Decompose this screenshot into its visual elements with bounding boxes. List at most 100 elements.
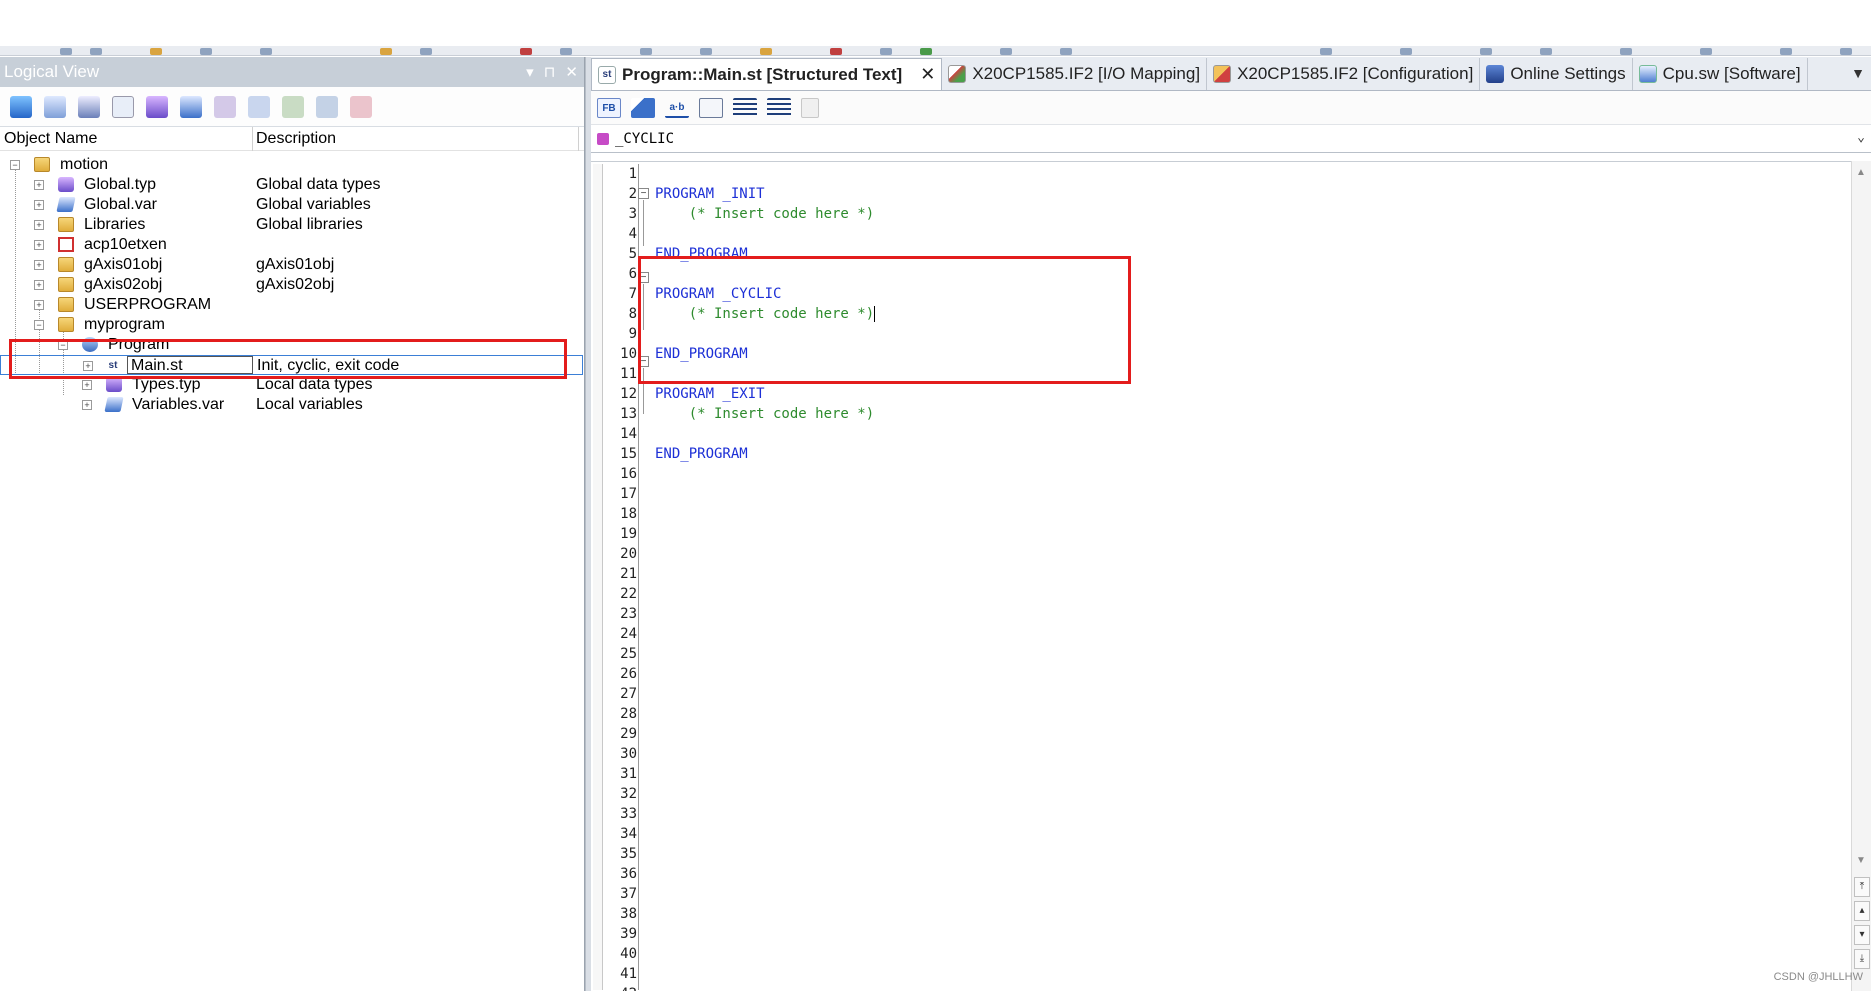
line-number: 32 bbox=[620, 786, 637, 802]
monitor-icon bbox=[1486, 65, 1505, 83]
pane-close-icon[interactable]: ✕ bbox=[565, 63, 578, 81]
column-header-object-name[interactable]: Object Name bbox=[4, 130, 97, 148]
text-caret bbox=[874, 306, 876, 322]
editor-pane: st Program::Main.st [Structured Text] ✕ … bbox=[591, 57, 1871, 991]
line-number: 4 bbox=[628, 226, 637, 242]
vertical-scrollbar[interactable]: ▲ ▼ ⤒ ▴ ▾ ⤓ bbox=[1851, 161, 1871, 991]
outdent-icon[interactable] bbox=[767, 97, 791, 118]
tree-item-types-typ[interactable]: + Types.typ Local data types bbox=[0, 375, 583, 395]
tree-item-global-var[interactable]: + Global.var Global variables bbox=[0, 195, 583, 215]
line-number: 18 bbox=[620, 506, 637, 522]
tab-label: Online Settings bbox=[1510, 64, 1626, 83]
line-number: 36 bbox=[620, 866, 637, 882]
tree-item-libraries[interactable]: + Libraries Global libraries bbox=[0, 215, 583, 235]
variable-disabled-icon bbox=[248, 95, 270, 118]
folder-open-icon bbox=[34, 157, 50, 172]
tree-item-userprogram[interactable]: + USERPROGRAM bbox=[0, 295, 583, 315]
page-up-icon[interactable]: ▴ bbox=[1854, 901, 1870, 921]
chevron-down-icon[interactable]: ⌄ bbox=[1857, 130, 1865, 145]
line-number: 22 bbox=[620, 586, 637, 602]
logical-view-title: Logical View bbox=[4, 62, 100, 81]
program-icon bbox=[82, 337, 98, 352]
close-icon[interactable]: ✕ bbox=[920, 64, 935, 85]
replace-text-icon[interactable]: a·b bbox=[665, 98, 689, 118]
indent-icon[interactable] bbox=[733, 97, 757, 118]
scroll-top-icon[interactable]: ⤒ bbox=[1854, 877, 1870, 897]
line-number: 1 bbox=[628, 166, 637, 182]
tree-item-gaxis01obj[interactable]: + gAxis01obj gAxis01obj bbox=[0, 255, 583, 275]
line-number: 10 bbox=[620, 346, 637, 362]
software-icon bbox=[1638, 65, 1657, 83]
st-file-icon: st bbox=[108, 360, 118, 371]
section-selector-value: _CYCLIC bbox=[615, 130, 675, 147]
object-icon bbox=[58, 237, 74, 252]
insert-variable-icon[interactable] bbox=[631, 97, 655, 118]
fold-toggle-icon[interactable]: − bbox=[638, 272, 649, 283]
line-number: 7 bbox=[628, 286, 637, 302]
fold-toggle-icon[interactable]: − bbox=[638, 188, 649, 199]
line-number: 37 bbox=[620, 886, 637, 902]
line-number: 15 bbox=[620, 446, 637, 462]
help-icon[interactable] bbox=[112, 95, 134, 118]
logical-view-pane: Logical View ▾ ⊓ ✕ Object Name Descripti… bbox=[0, 57, 585, 991]
tab-label: X20CP1585.IF2 [Configuration] bbox=[1237, 64, 1474, 83]
page-down-icon[interactable]: ▾ bbox=[1854, 925, 1870, 945]
variable-tool-icon[interactable] bbox=[180, 95, 202, 118]
pane-dropdown-icon[interactable]: ▾ bbox=[526, 63, 534, 81]
fold-toggle-icon[interactable]: − bbox=[638, 356, 649, 367]
line-number: 42 bbox=[607, 984, 637, 991]
scroll-bottom-icon[interactable]: ⤓ bbox=[1854, 949, 1870, 969]
tab-online-settings[interactable]: Online Settings bbox=[1480, 58, 1633, 90]
tree-column-headers: Object Name Description bbox=[0, 127, 584, 151]
datatype-icon bbox=[106, 377, 122, 392]
link-icon bbox=[282, 95, 304, 118]
add-object-icon[interactable] bbox=[10, 95, 32, 118]
code-text[interactable]: PROGRAM _INIT (* Insert code here *) END… bbox=[655, 164, 876, 464]
variable-icon bbox=[104, 397, 124, 412]
tree-item-main-st[interactable]: + st Main.st Init, cyclic, exit code bbox=[0, 355, 583, 375]
tab-configuration[interactable]: X20CP1585.IF2 [Configuration] bbox=[1207, 58, 1481, 90]
pane-pin-icon[interactable]: ⊓ bbox=[544, 63, 556, 81]
tree-item-acp10etxen[interactable]: + acp10etxen bbox=[0, 235, 583, 255]
line-number: 27 bbox=[620, 686, 637, 702]
properties-icon[interactable] bbox=[78, 95, 100, 118]
datatype-tool-icon[interactable] bbox=[146, 95, 168, 118]
folder-icon bbox=[58, 217, 74, 232]
tab-main-st[interactable]: st Program::Main.st [Structured Text] ✕ bbox=[591, 58, 943, 90]
editor-toolbar: FB a·b bbox=[591, 91, 1871, 125]
folder-icon bbox=[58, 297, 74, 312]
line-number: 24 bbox=[620, 626, 637, 642]
delete-icon bbox=[350, 95, 372, 118]
line-number: 39 bbox=[620, 926, 637, 942]
wrap-text-icon[interactable] bbox=[699, 97, 723, 118]
line-number: 9 bbox=[628, 326, 637, 342]
code-line: END_PROGRAM bbox=[655, 246, 748, 262]
program-section-selector[interactable]: _CYCLIC ⌄ bbox=[591, 125, 1871, 153]
tree-item-program[interactable]: − Program bbox=[0, 335, 583, 355]
scroll-down-icon[interactable]: ▼ bbox=[1856, 855, 1866, 866]
scroll-up-icon[interactable]: ▲ bbox=[1856, 167, 1866, 178]
line-number: 2 bbox=[628, 186, 637, 202]
line-number: 16 bbox=[620, 466, 637, 482]
tab-list-dropdown-icon[interactable]: ▼ bbox=[1851, 65, 1865, 81]
editor-tab-bar: st Program::Main.st [Structured Text] ✕ … bbox=[591, 57, 1871, 91]
code-editor[interactable]: 1 2 3 4 5 6 7 8 9 10 11 12 13 14 15 16 1… bbox=[591, 161, 1871, 991]
tree-item-myprogram[interactable]: − myprogram bbox=[0, 315, 583, 335]
line-number: 38 bbox=[620, 906, 637, 922]
line-number: 25 bbox=[620, 646, 637, 662]
tree-item-gaxis02obj[interactable]: + gAxis02obj gAxis02obj bbox=[0, 275, 583, 295]
line-number: 35 bbox=[620, 846, 637, 862]
tab-cpu-sw[interactable]: Cpu.sw [Software] bbox=[1633, 58, 1808, 90]
tree-item-motion[interactable]: − motion bbox=[0, 155, 583, 175]
line-number: 3 bbox=[628, 206, 637, 222]
function-block-icon[interactable]: FB bbox=[597, 97, 621, 118]
configuration-icon bbox=[1213, 65, 1232, 83]
tree-item-global-typ[interactable]: + Global.typ Global data types bbox=[0, 175, 583, 195]
tree-item-variables-var[interactable]: + Variables.var Local variables bbox=[0, 395, 583, 415]
io-mapping-icon bbox=[948, 65, 967, 83]
tab-io-mapping[interactable]: X20CP1585.IF2 [I/O Mapping] bbox=[942, 58, 1208, 90]
column-header-description[interactable]: Description bbox=[256, 130, 336, 148]
table-icon[interactable] bbox=[44, 95, 66, 118]
